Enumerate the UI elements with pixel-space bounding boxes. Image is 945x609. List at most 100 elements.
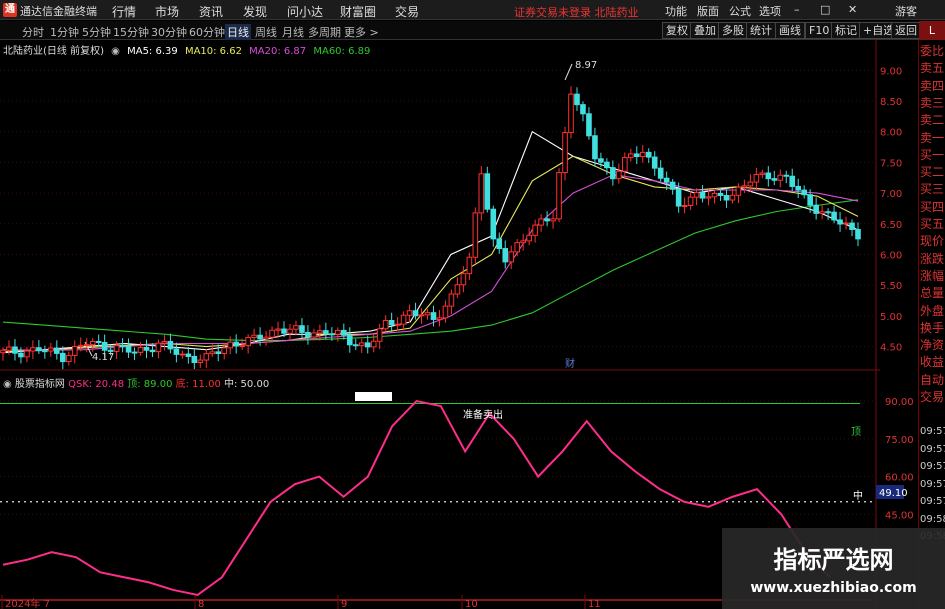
overlay-button[interactable]: 叠加 — [690, 22, 720, 39]
corner-l-button[interactable]: L — [919, 21, 945, 40]
sidebar-item[interactable]: 委比 — [920, 42, 945, 60]
sidebar-item[interactable]: 交易 — [920, 388, 945, 406]
candle-down — [496, 238, 503, 250]
menu-hq[interactable]: 行情 — [112, 3, 136, 20]
period-1min[interactable]: 1分钟 — [50, 24, 79, 40]
sidebar-item[interactable]: 买五 — [920, 215, 945, 233]
candle-down — [795, 185, 802, 191]
period-30min[interactable]: 30分钟 — [151, 24, 187, 40]
candle-up — [155, 342, 162, 353]
finance-marker[interactable]: 财 — [565, 357, 575, 370]
candle-up — [759, 172, 766, 175]
candle-down — [484, 173, 491, 210]
sidebar-item[interactable]: 总量 — [920, 284, 945, 302]
restore-icon[interactable]: □ — [820, 3, 830, 16]
sidebar-item[interactable]: 收益 — [920, 353, 945, 371]
candle-up — [77, 344, 84, 347]
app-name: 通达信金融终端 — [20, 5, 97, 18]
menu-trade[interactable]: 交易 — [395, 3, 419, 20]
period-5min[interactable]: 5分钟 — [82, 24, 111, 40]
menu-ask[interactable]: 问小达 — [287, 3, 323, 20]
period-15min[interactable]: 15分钟 — [113, 24, 149, 40]
draw-button[interactable]: 画线 — [775, 22, 805, 39]
period-monthly[interactable]: 月线 — [282, 24, 304, 40]
sidebar-item[interactable]: 卖一 — [920, 129, 945, 147]
sidebar-item[interactable]: 买四 — [920, 198, 945, 216]
candle-down — [185, 353, 192, 357]
period-multi[interactable]: 多周期 — [308, 24, 341, 40]
menu-market[interactable]: 市场 — [155, 3, 179, 20]
sidebar-item[interactable]: 换手 — [920, 319, 945, 337]
menu-options[interactable]: 选项 — [759, 3, 781, 19]
period-more[interactable]: 更多 > — [344, 24, 379, 40]
menu-discover[interactable]: 发现 — [243, 3, 267, 20]
period-weekly[interactable]: 周线 — [255, 24, 277, 40]
stats-button[interactable]: 统计 — [746, 22, 776, 39]
sidebar-item[interactable]: 卖四 — [920, 77, 945, 95]
menu-formula[interactable]: 公式 — [729, 3, 751, 19]
sidebar-item[interactable]: 卖五 — [920, 59, 945, 77]
menu-wealth[interactable]: 财富圈 — [340, 3, 376, 20]
candle-down — [604, 161, 610, 169]
candle-down — [257, 334, 263, 340]
candle-down — [801, 189, 807, 196]
candle-down — [131, 351, 138, 354]
back-button[interactable]: 返回 — [891, 22, 921, 39]
candle-down — [125, 345, 132, 353]
candle-up — [526, 234, 532, 242]
period-timeshare[interactable]: 分时 — [22, 24, 44, 40]
f10-button[interactable]: F10 — [805, 22, 834, 39]
candle-up — [317, 330, 323, 334]
candle-down — [36, 347, 42, 352]
menu-news[interactable]: 资讯 — [199, 3, 223, 20]
candle-down — [388, 319, 395, 326]
sidebar-item[interactable]: 买二 — [920, 163, 945, 181]
mark-button[interactable]: 标记 — [831, 22, 861, 39]
price-tick-label: 9.00 — [880, 66, 902, 77]
period-60min[interactable]: 60分钟 — [189, 24, 225, 40]
indicator-tick-label: 75.00 — [885, 435, 914, 446]
candle-down — [101, 341, 108, 351]
candle-up — [376, 328, 383, 342]
indicator-gear-icon[interactable]: ◉ — [3, 379, 12, 390]
candle-up — [693, 191, 700, 198]
gear-icon[interactable]: ◉ — [111, 46, 120, 57]
login-notice[interactable]: 证券交易未登录 北陆药业 — [514, 4, 639, 20]
sidebar-item[interactable]: 现价 — [920, 232, 945, 250]
candle-down — [191, 355, 198, 364]
indicator-tick-label: 90.00 — [885, 397, 914, 408]
candle-up — [394, 323, 401, 326]
candle-down — [167, 340, 174, 350]
candle-up — [627, 153, 634, 159]
candle-down — [18, 352, 24, 358]
candle-up — [436, 317, 443, 320]
period-daily[interactable]: 日线 — [225, 24, 251, 40]
sidebar-item[interactable]: 卖三 — [920, 94, 945, 112]
candle-down — [12, 346, 18, 354]
candle-up — [30, 347, 36, 352]
sidebar-item[interactable]: 自动 — [920, 371, 945, 389]
sidebar-item[interactable]: 外盘 — [920, 302, 945, 320]
ma5-value: MA5: 6.39 — [127, 46, 178, 57]
candle-down — [675, 188, 682, 207]
candle-up — [0, 349, 6, 354]
sidebar-item[interactable]: 买三 — [920, 180, 945, 198]
sidebar-item[interactable]: 净资 — [920, 336, 945, 354]
close-icon[interactable]: ✕ — [848, 3, 857, 16]
candle-up — [472, 212, 479, 258]
menu-layout[interactable]: 版面 — [697, 3, 719, 19]
sidebar-item[interactable]: 卖二 — [920, 111, 945, 129]
guest-label[interactable]: 游客 — [895, 3, 917, 19]
candle-up — [687, 196, 694, 206]
candle-down — [580, 104, 586, 115]
multi-stock-button[interactable]: 多股 — [718, 22, 748, 39]
sidebar-time: 09:57 — [920, 478, 945, 490]
candle-up — [777, 174, 784, 181]
sidebar-item[interactable]: 涨跌 — [920, 250, 945, 268]
sidebar-item[interactable]: 买一 — [920, 146, 945, 164]
minimize-icon[interactable]: – — [794, 3, 800, 16]
chart-area[interactable]: 9.00 8.50 8.00 7.50 7.00 6.50 6.00 5.50 5.00 4.50… — [0, 40, 918, 609]
sidebar-item[interactable]: 涨幅 — [920, 267, 945, 285]
adjust-button[interactable]: 复权 — [662, 22, 692, 39]
menu-function[interactable]: 功能 — [665, 3, 687, 19]
